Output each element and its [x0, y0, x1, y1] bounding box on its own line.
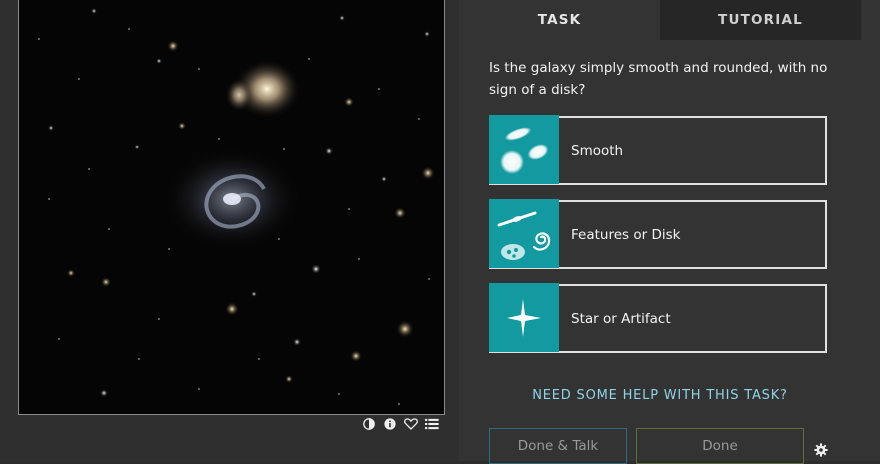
- task-panel: TASK TUTORIAL Is the galaxy simply smoot…: [459, 0, 880, 464]
- tab-tutorial[interactable]: TUTORIAL: [660, 0, 861, 40]
- galaxy-image-graphic: [19, 0, 444, 414]
- tab-task[interactable]: TASK: [459, 0, 660, 40]
- gear-icon[interactable]: [814, 442, 828, 457]
- answer-features-disk-button[interactable]: Features or Disk: [489, 199, 827, 269]
- image-metadata-tools: [362, 416, 439, 432]
- star-artifact-icon: [489, 283, 559, 352]
- answer-star-artifact-button[interactable]: Star or Artifact: [489, 283, 827, 353]
- task-help-link[interactable]: NEED SOME HELP WITH THIS TASK?: [489, 388, 831, 403]
- answer-smooth-label: Smooth: [571, 142, 624, 159]
- info-icon[interactable]: [383, 417, 397, 431]
- answer-smooth-button[interactable]: Smooth: [489, 115, 827, 185]
- contrast-icon[interactable]: [362, 417, 376, 431]
- smooth-galaxy-icon: [489, 115, 559, 184]
- answer-features-disk-label: Features or Disk: [571, 226, 681, 243]
- answer-star-artifact-label: Star or Artifact: [571, 310, 671, 327]
- task-question: Is the galaxy simply smooth and rounded,…: [489, 60, 828, 98]
- features-disk-icon: [489, 199, 559, 268]
- collections-list-icon[interactable]: [425, 417, 439, 431]
- heart-icon[interactable]: [404, 417, 418, 431]
- done-and-talk-button[interactable]: Done & Talk: [489, 428, 627, 464]
- galaxy-image[interactable]: [18, 0, 445, 415]
- done-button[interactable]: Done: [636, 428, 804, 464]
- task-tabs: TASK TUTORIAL: [459, 0, 861, 40]
- subject-viewer: [0, 0, 459, 461]
